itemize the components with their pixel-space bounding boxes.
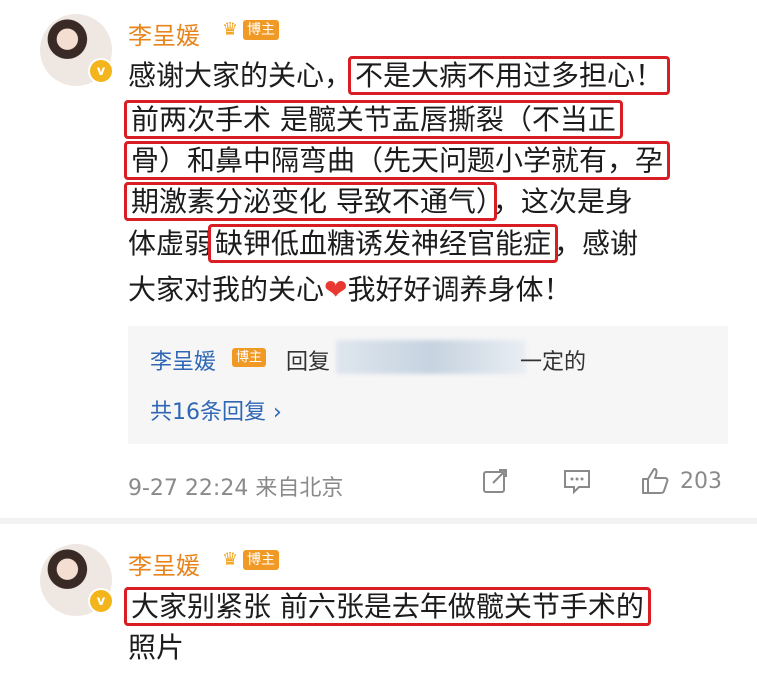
avatar[interactable]: v (40, 544, 114, 616)
reply-username[interactable]: 李呈媛 (150, 344, 216, 376)
highlighted-text: 期激素分泌变化 导致不通气） (124, 182, 497, 221)
verified-icon: v (88, 588, 114, 614)
text-segment: ，感谢 (554, 227, 639, 260)
comment-text-line: 照片 (128, 630, 184, 666)
crown-icon: ♛ (222, 19, 239, 40)
like-button[interactable]: 203 (640, 466, 722, 496)
text-segment: ，这次是身 (492, 185, 633, 218)
timestamp-location: 9-27 22:24 来自北京 (128, 476, 344, 501)
comment-icon (564, 470, 590, 495)
highlighted-text: 大家别紧张 前六张是去年做髋关节手术的 (124, 587, 651, 626)
comment-text-line: 感谢大家的关心， 不是大病不用过多担心！ (128, 56, 671, 95)
avatar[interactable]: v (40, 14, 114, 86)
comment-text-line: 大家别紧张 前六张是去年做髋关节手术的 (124, 587, 651, 626)
comment-text-line: 前两次手术 是髋关节盂唇撕裂（不当正 (124, 100, 623, 139)
reply-text: 一定的 (520, 350, 587, 375)
share-button[interactable] (480, 466, 510, 496)
highlighted-text: 缺钾低血糖诱发神经官能症 (208, 224, 559, 263)
text-segment: 我好好调养身体！ (347, 273, 572, 306)
highlighted-text: 不是大病不用过多担心！ (348, 56, 671, 95)
reply-preview[interactable]: 李呈媛 博主 回复 一定的 共16条回复 › (128, 326, 728, 444)
crown-icon: ♛ (222, 549, 239, 570)
heart-icon: ❤ (324, 273, 348, 306)
text-segment: 照片 (128, 631, 185, 664)
text-segment: 感谢大家的关心， (128, 59, 353, 92)
text-segment: 大家对我的关心 (128, 273, 325, 306)
blurred-username (336, 340, 526, 374)
share-icon (483, 469, 507, 493)
text-segment: 体虚弱 (128, 227, 213, 260)
blogger-badge: 博主 (243, 550, 279, 570)
view-all-replies-link[interactable]: 共16条回复 › (150, 394, 282, 426)
highlighted-text: 前两次手术 是髋关节盂唇撕裂（不当正 (124, 100, 623, 139)
comment-text-line: 期激素分泌变化 导致不通气） ，这次是身 (124, 182, 633, 221)
like-icon (642, 468, 669, 494)
comment-text-line: 体虚弱 缺钾低血糖诱发神经官能症 ，感谢 (128, 224, 639, 263)
like-count: 203 (680, 468, 722, 494)
divider (0, 518, 757, 524)
comment-text-line: 骨）和鼻中隔弯曲（先天问题小学就有，孕 (124, 141, 671, 180)
comment-text-line: 大家对我的关心❤我好好调养身体！ (128, 272, 572, 308)
reply-prefix: 回复 (286, 350, 331, 375)
verified-icon: v (88, 58, 114, 84)
username[interactable]: 李呈媛 (128, 16, 200, 51)
username[interactable]: 李呈媛 (128, 546, 200, 581)
blogger-badge: 博主 (243, 20, 279, 40)
highlighted-text: 骨）和鼻中隔弯曲（先天问题小学就有，孕 (124, 141, 671, 180)
comment-button[interactable] (562, 466, 592, 496)
blogger-badge: 博主 (232, 348, 267, 367)
